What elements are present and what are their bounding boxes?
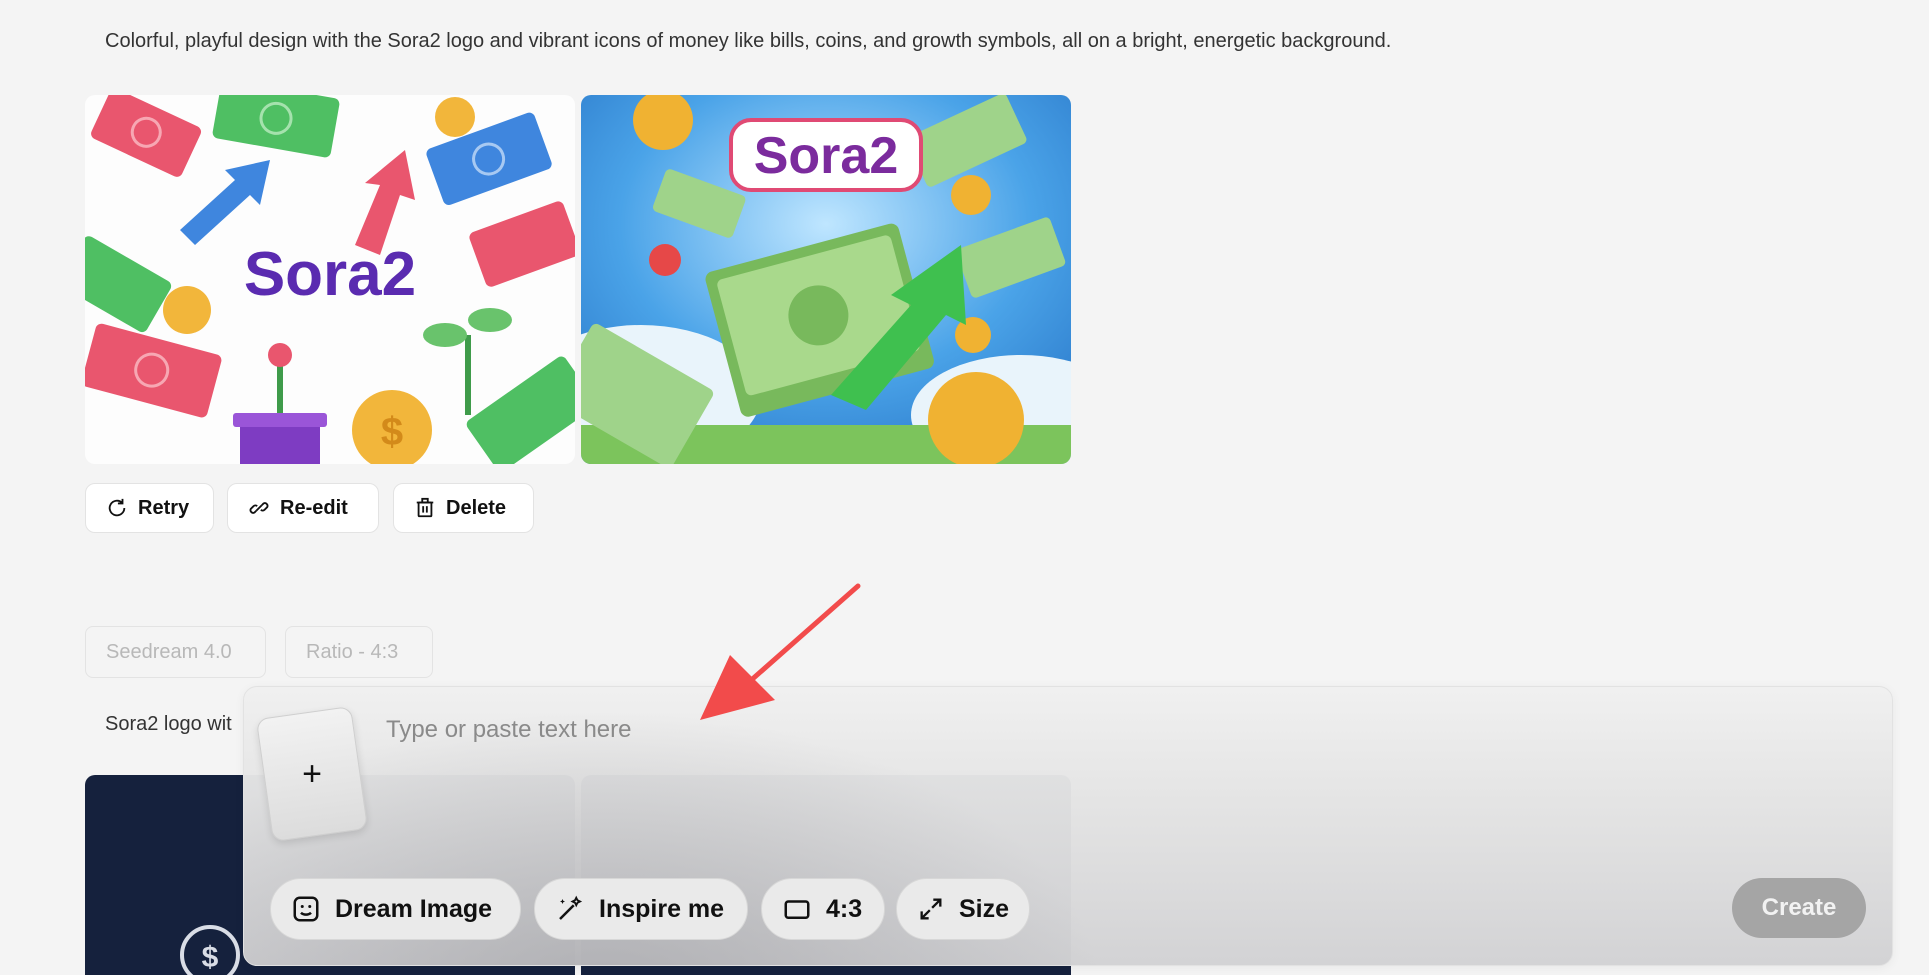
expand-icon <box>920 898 942 920</box>
dream-image-button[interactable]: Dream Image <box>270 878 521 940</box>
link-icon <box>249 502 269 514</box>
aspect-ratio-label: 4:3 <box>826 894 863 923</box>
re-edit-label: Re-edit <box>280 496 348 519</box>
size-button[interactable]: Size <box>896 878 1030 940</box>
svg-text:$: $ <box>202 941 219 974</box>
prompt-text-2: Sora2 logo wit <box>105 713 232 735</box>
delete-button[interactable]: Delete <box>393 483 534 533</box>
annotation-arrow-icon <box>700 583 861 720</box>
size-label: Size <box>958 894 1009 923</box>
re-edit-button[interactable]: Re-edit <box>227 483 379 533</box>
retry-button[interactable]: Retry <box>85 483 214 533</box>
delete-label: Delete <box>446 496 507 519</box>
retry-label: Retry <box>138 496 190 519</box>
image-2-logo: Sora2 <box>754 127 899 185</box>
inspire-me-label: Inspire me <box>599 894 725 923</box>
smile-icon <box>293 896 319 922</box>
svg-text:$: $ <box>381 410 403 454</box>
generated-image-2[interactable]: Sora2 <box>581 95 1071 464</box>
inspire-me-button[interactable]: Inspire me <box>534 878 748 940</box>
image-2-art: Sora2 <box>581 95 1071 464</box>
trash-icon <box>416 497 434 518</box>
magic-wand-icon <box>559 895 583 920</box>
aspect-ratio-button[interactable]: 4:3 <box>761 878 885 940</box>
model-tag: Seedream 4.0 <box>85 626 266 678</box>
rectangle-icon <box>784 900 810 919</box>
plus-icon: + <box>302 754 322 793</box>
create-button[interactable]: Create <box>1732 878 1866 938</box>
prompt-composer: + Dream Image Inspire me 4:3 Size Create <box>243 686 1893 966</box>
dream-image-label: Dream Image <box>335 894 493 923</box>
image-1-art: $ Sora2 <box>85 95 575 464</box>
refresh-icon <box>108 498 126 517</box>
generated-image-1[interactable]: $ Sora2 <box>85 95 575 464</box>
prompt-input[interactable] <box>384 709 1788 751</box>
attach-image-button[interactable]: + <box>255 705 369 843</box>
image-1-logo: Sora2 <box>244 240 416 309</box>
ratio-tag: Ratio - 4:3 <box>285 626 433 678</box>
prompt-text: Colorful, playful design with the Sora2 … <box>105 30 1392 52</box>
